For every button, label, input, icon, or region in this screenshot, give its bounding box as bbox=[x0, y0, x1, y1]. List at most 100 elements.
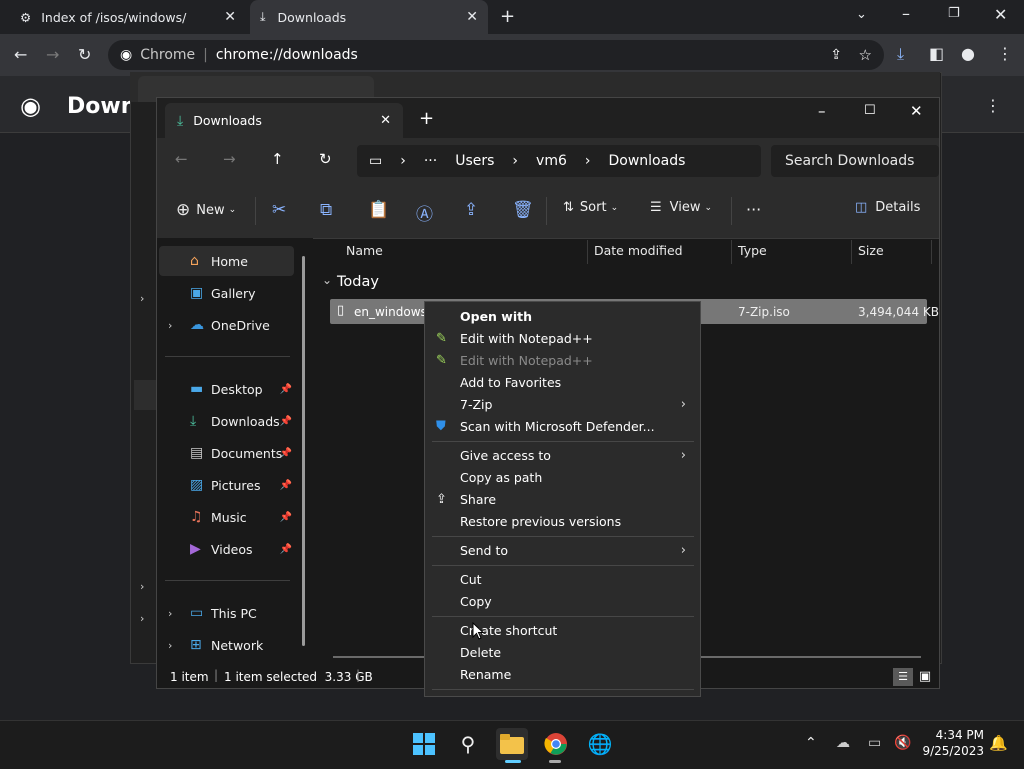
menu-item-scan-defender[interactable]: ⛊ Scan with Microsoft Defender... bbox=[436, 415, 694, 437]
pin-icon[interactable]: 📌 bbox=[280, 544, 292, 555]
details-view-icon[interactable]: ☰ bbox=[893, 668, 913, 686]
pin-icon[interactable]: 📌 bbox=[280, 512, 292, 523]
menu-item-share[interactable]: ⇪ Share bbox=[436, 488, 694, 510]
pin-icon[interactable]: 📌 bbox=[280, 480, 292, 491]
refresh-icon[interactable]: ↻ bbox=[319, 150, 332, 168]
search-icon[interactable]: ⚲ bbox=[452, 728, 484, 760]
menu-item-7zip[interactable]: 7-Zip › bbox=[436, 393, 694, 415]
forward-icon[interactable]: → bbox=[46, 45, 59, 64]
app-globe-icon[interactable]: 🌐 bbox=[584, 728, 616, 760]
sidebar-item-gallery[interactable]: ▣ Gallery bbox=[159, 278, 294, 308]
close-window-icon[interactable]: ✕ bbox=[910, 102, 923, 120]
menu-item-give-access[interactable]: Give access to › bbox=[436, 444, 694, 466]
divider[interactable] bbox=[851, 240, 852, 264]
view-button[interactable]: ☰ View ⌄ bbox=[650, 200, 712, 215]
divider[interactable] bbox=[931, 240, 932, 264]
close-icon[interactable]: ✕ bbox=[466, 9, 478, 25]
sidebar-item-videos[interactable]: ▶ Videos 📌 bbox=[159, 534, 294, 564]
more-icon[interactable]: ··· bbox=[424, 153, 437, 169]
up-icon[interactable]: ↑ bbox=[271, 150, 284, 168]
share-icon[interactable]: ⇪ bbox=[464, 200, 478, 220]
menu-icon[interactable]: ⋮ bbox=[997, 44, 1013, 63]
group-header-today[interactable]: Today bbox=[337, 274, 379, 290]
divider[interactable] bbox=[731, 240, 732, 264]
close-icon[interactable]: ✕ bbox=[224, 9, 236, 25]
sidebar-item-desktop[interactable]: ▬ Desktop 📌 bbox=[159, 374, 294, 404]
sort-button[interactable]: ⇅ Sort ⌄ bbox=[563, 200, 618, 215]
close-window-icon[interactable]: ✕ bbox=[994, 5, 1007, 24]
sidebar-item-documents[interactable]: ▤ Documents 📌 bbox=[159, 438, 294, 468]
new-button[interactable]: ⊕ New ⌄ bbox=[176, 200, 236, 220]
chrome-tab-isos[interactable]: ⚙ Index of /isos/windows/ ✕ bbox=[10, 0, 246, 34]
rename-icon[interactable]: Ⓐ bbox=[416, 200, 433, 225]
chrome-tab-downloads[interactable]: ⤓ Downloads ✕ bbox=[250, 0, 488, 34]
volume-muted-icon[interactable]: 🔇 bbox=[894, 735, 911, 751]
restore-icon[interactable]: ❐ bbox=[948, 6, 960, 21]
sidebar-item-this-pc[interactable]: › ▭ This PC bbox=[159, 598, 294, 628]
new-tab-icon[interactable]: + bbox=[500, 6, 515, 27]
chevron-down-icon[interactable]: ⌄ bbox=[322, 273, 332, 287]
breadcrumb-users[interactable]: Users bbox=[455, 153, 494, 169]
chevron-right-icon[interactable]: › bbox=[168, 607, 172, 620]
breadcrumb[interactable]: ▭ › ··· Users › vm6 › Downloads bbox=[357, 145, 761, 177]
search-input[interactable]: Search Downloads bbox=[771, 145, 939, 177]
cut-icon[interactable]: ✂ bbox=[272, 200, 286, 220]
profile-icon[interactable]: ● bbox=[961, 44, 975, 63]
sidebar-item-onedrive[interactable]: › ☁ OneDrive bbox=[159, 310, 294, 340]
forward-icon[interactable]: → bbox=[223, 150, 236, 168]
menu-item-edit-notepadpp[interactable]: ✎ Edit with Notepad++ bbox=[436, 327, 694, 349]
downloads-icon[interactable]: ⤓ bbox=[897, 44, 904, 64]
start-icon[interactable] bbox=[408, 728, 440, 760]
clock-date[interactable]: 9/25/2023 bbox=[922, 744, 984, 758]
tab-search-icon[interactable]: ⌄ bbox=[856, 7, 867, 22]
minimize-icon[interactable]: – bbox=[902, 4, 910, 23]
sidebar-item-downloads[interactable]: ⤓ Downloads 📌 bbox=[159, 406, 294, 436]
share-icon[interactable]: ⇪ bbox=[830, 47, 842, 63]
sidebar-item-pictures[interactable]: ▨ Pictures 📌 bbox=[159, 470, 294, 500]
breadcrumb-downloads[interactable]: Downloads bbox=[608, 153, 685, 169]
chevron-right-icon[interactable]: › bbox=[168, 639, 172, 652]
menu-item-send-to[interactable]: Send to › bbox=[436, 539, 694, 561]
column-header-type[interactable]: Type bbox=[738, 243, 767, 258]
side-panel-icon[interactable]: ◧ bbox=[929, 44, 944, 63]
menu-item-copy-path[interactable]: Copy as path bbox=[436, 466, 694, 488]
minimize-icon[interactable]: – bbox=[818, 102, 826, 120]
bookmark-star-icon[interactable]: ☆ bbox=[859, 46, 872, 64]
nav-scrollbar[interactable] bbox=[302, 256, 305, 646]
divider[interactable] bbox=[587, 240, 588, 264]
column-header-name[interactable]: Name bbox=[346, 243, 383, 258]
menu-item-open-with[interactable]: Open with bbox=[436, 305, 694, 327]
pin-icon[interactable]: 📌 bbox=[280, 448, 292, 459]
sidebar-item-music[interactable]: ♫ Music 📌 bbox=[159, 502, 294, 532]
menu-item-copy[interactable]: Copy bbox=[436, 590, 694, 612]
more-icon[interactable]: ⋮ bbox=[985, 96, 1001, 115]
menu-item-add-favorites[interactable]: Add to Favorites bbox=[436, 371, 694, 393]
breadcrumb-vm6[interactable]: vm6 bbox=[536, 153, 567, 169]
notification-bell-icon[interactable]: 🔔 bbox=[989, 734, 1008, 752]
sidebar-item-network[interactable]: › ⊞ Network bbox=[159, 630, 294, 660]
file-explorer-taskbar-icon[interactable] bbox=[496, 728, 528, 760]
delete-icon[interactable]: 🗑 bbox=[512, 200, 534, 220]
copy-icon[interactable]: ⧉ bbox=[320, 200, 332, 220]
new-tab-icon[interactable]: + bbox=[419, 108, 434, 129]
omnibox[interactable]: ◉ Chrome | chrome://downloads ⇪ ☆ bbox=[108, 40, 884, 70]
close-icon[interactable]: ✕ bbox=[380, 113, 391, 128]
paste-icon[interactable]: 📋 bbox=[368, 200, 389, 220]
back-icon[interactable]: ← bbox=[175, 150, 188, 168]
details-button[interactable]: ◫ Details bbox=[855, 200, 920, 215]
maximize-icon[interactable]: ☐ bbox=[864, 103, 876, 118]
pin-icon[interactable]: 📌 bbox=[280, 384, 292, 395]
column-header-size[interactable]: Size bbox=[858, 243, 884, 258]
menu-item-delete[interactable]: Delete bbox=[436, 641, 694, 663]
menu-item-restore-versions[interactable]: Restore previous versions bbox=[436, 510, 694, 532]
column-header-date[interactable]: Date modified bbox=[594, 243, 683, 258]
chevron-up-icon[interactable]: ⌃ bbox=[805, 735, 817, 751]
large-icons-view-icon[interactable]: ▣ bbox=[916, 668, 934, 686]
clock-time[interactable]: 4:34 PM bbox=[922, 728, 984, 742]
pin-icon[interactable]: 📌 bbox=[280, 416, 292, 427]
sidebar-item-home[interactable]: ⌂ Home bbox=[159, 246, 294, 276]
chevron-right-icon[interactable]: › bbox=[168, 319, 172, 332]
explorer-tab[interactable]: ⤓ Downloads ✕ bbox=[165, 103, 403, 138]
reload-icon[interactable]: ↻ bbox=[78, 45, 91, 64]
menu-item-cut[interactable]: Cut bbox=[436, 568, 694, 590]
